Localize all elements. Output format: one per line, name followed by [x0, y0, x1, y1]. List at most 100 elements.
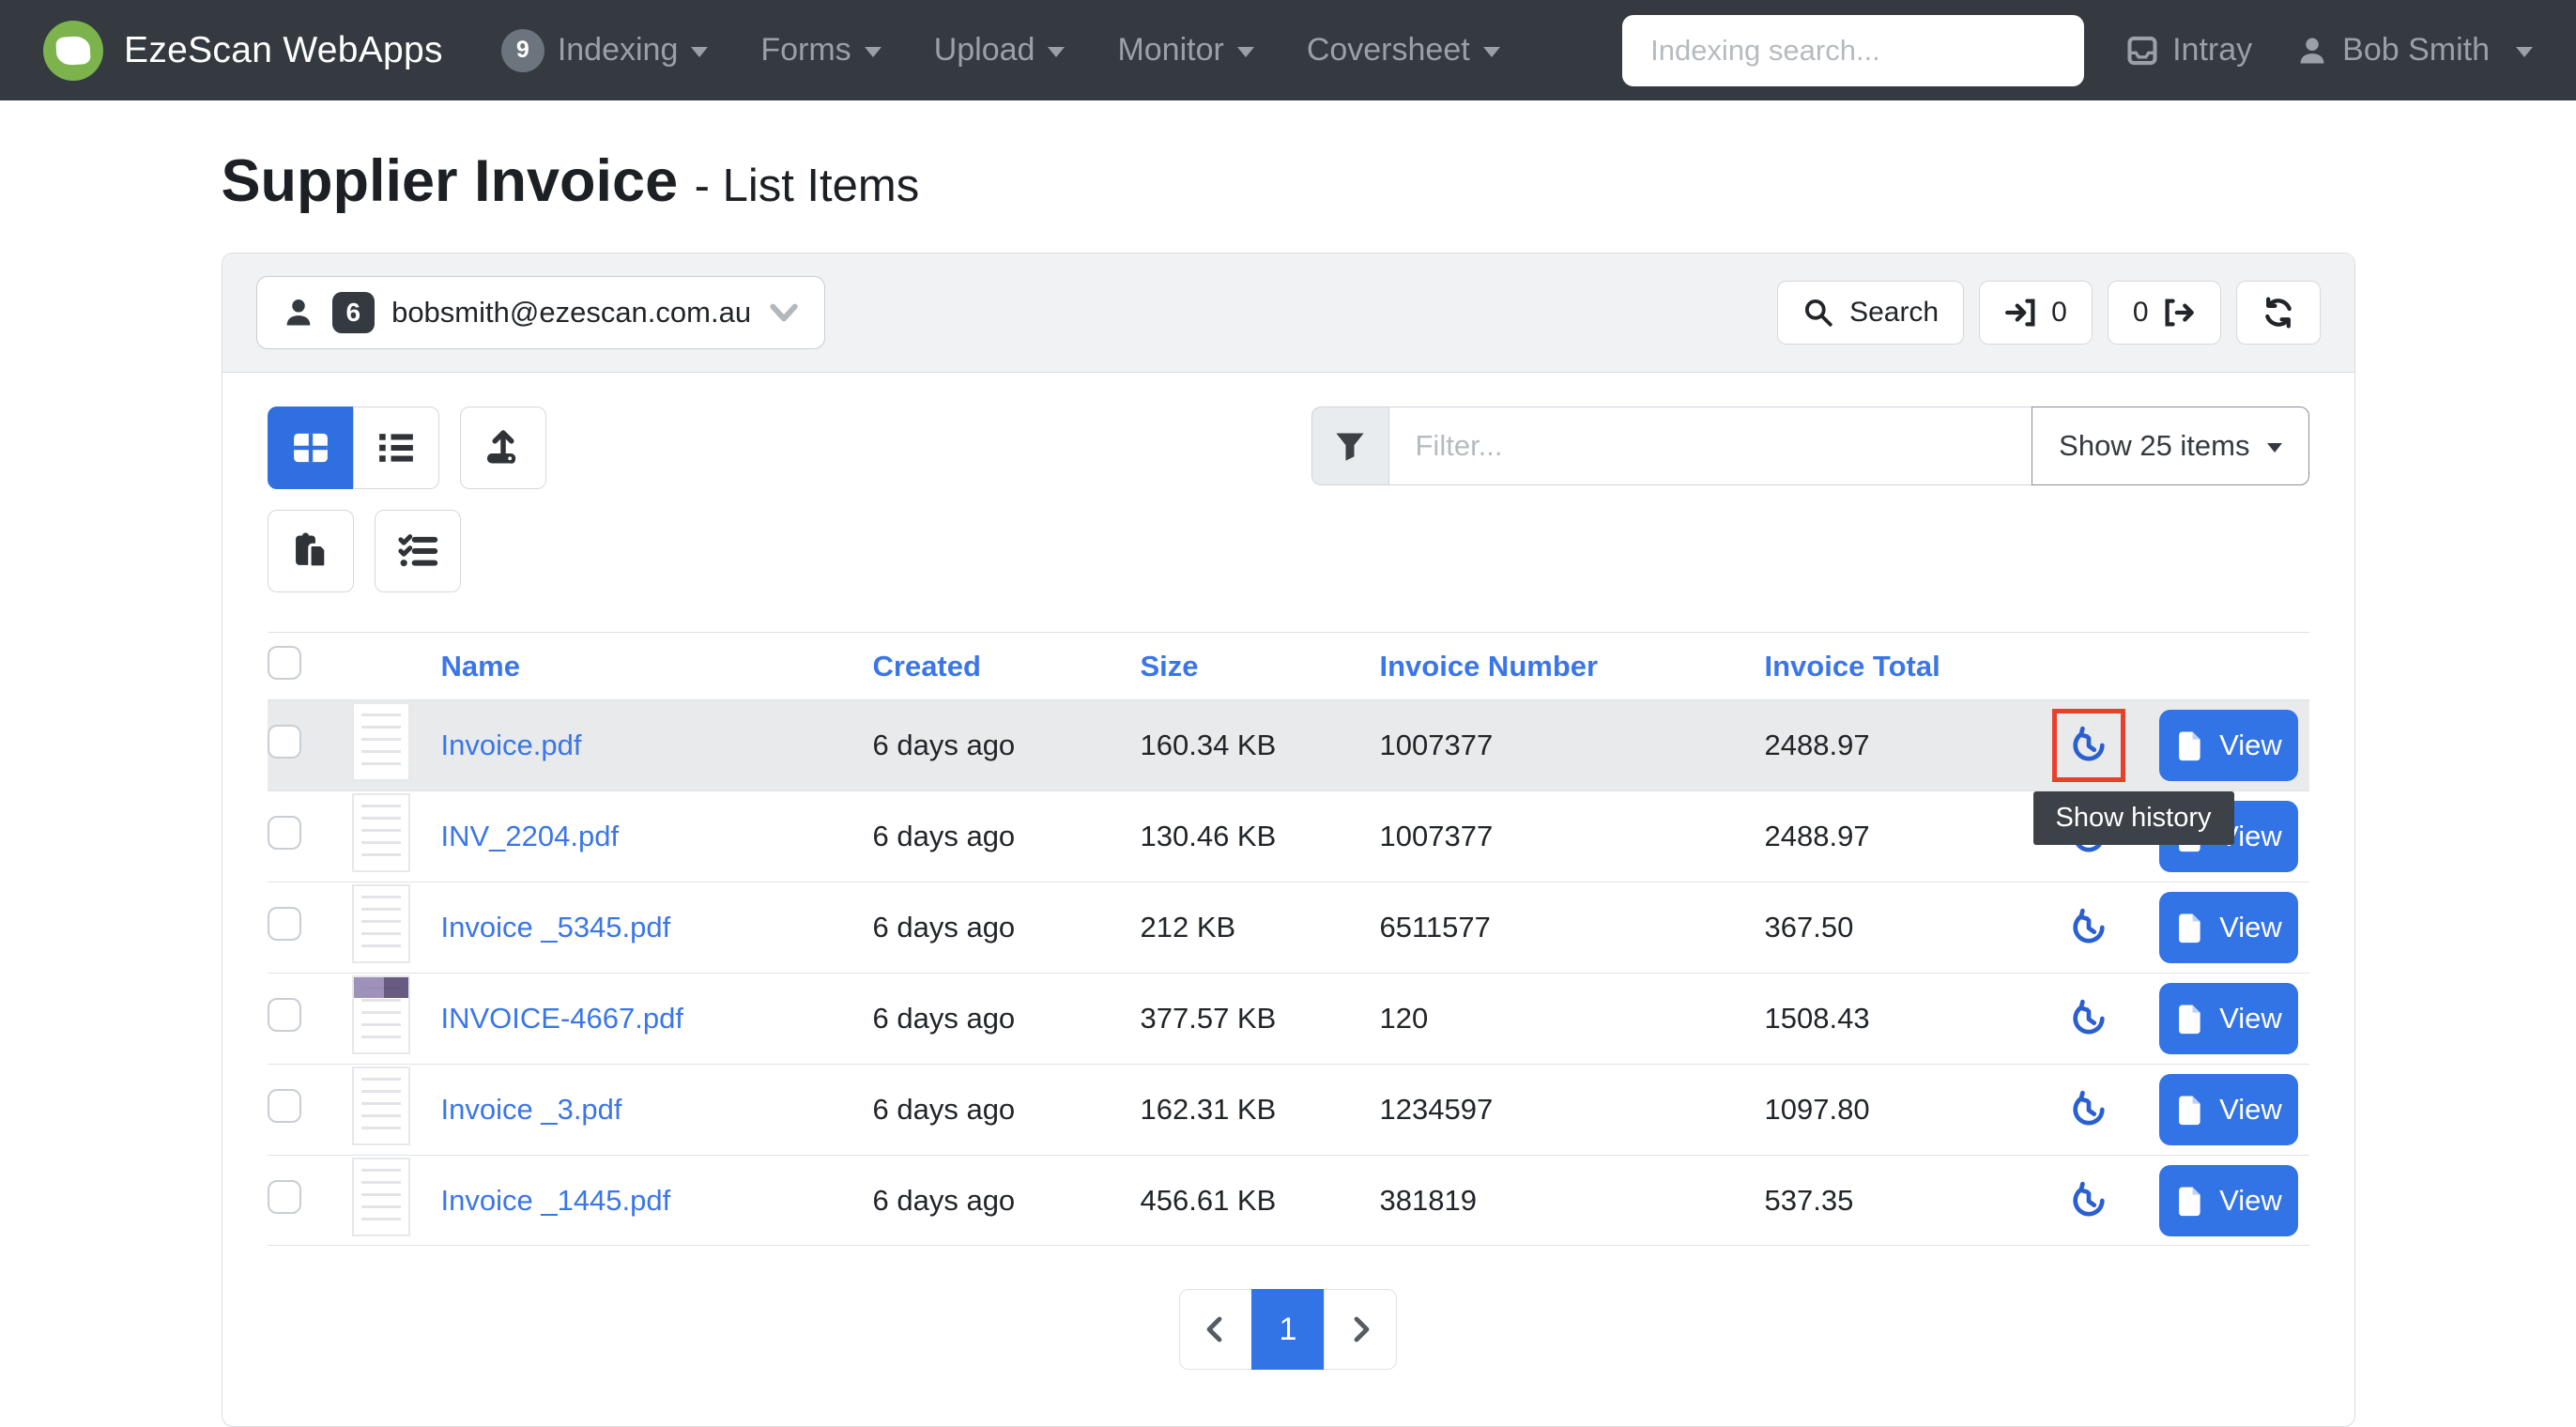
chevron-down-icon	[1048, 47, 1065, 57]
size-cell: 377.57 KB	[1141, 1002, 1380, 1036]
view-toggle-group	[268, 407, 439, 489]
chevron-left-icon	[1201, 1314, 1231, 1344]
column-header-name[interactable]: Name	[441, 650, 520, 683]
column-header-size[interactable]: Size	[1141, 650, 1199, 683]
clock-history-icon	[2068, 1089, 2109, 1130]
intray-icon	[2125, 34, 2159, 68]
document-thumbnail[interactable]	[352, 702, 410, 781]
refresh-icon	[2262, 296, 2295, 330]
previous-page-button[interactable]	[1179, 1289, 1252, 1370]
select-all-checkbox[interactable]	[268, 646, 301, 680]
show-history-button[interactable]	[2058, 1170, 2120, 1232]
invoice-number-cell: 381819	[1380, 1184, 1765, 1218]
brand[interactable]: EzeScan WebApps	[43, 21, 443, 81]
row-checkbox[interactable]	[268, 725, 301, 759]
created-cell: 6 days ago	[873, 1093, 1141, 1127]
page-1-button[interactable]: 1	[1251, 1289, 1325, 1370]
user-menu[interactable]: Bob Smith	[2295, 32, 2533, 69]
check-out-count: 0	[2133, 297, 2149, 329]
show-history-button[interactable]	[2058, 897, 2120, 959]
nav-menu-item-indexing[interactable]: 9 Indexing	[501, 29, 709, 72]
grid-view-icon	[290, 427, 331, 468]
filter-input[interactable]	[1388, 407, 2033, 485]
checklist-button[interactable]	[375, 510, 461, 592]
queue-selector[interactable]: 6 bobsmith@ezescan.com.au	[256, 276, 826, 349]
brand-title: EzeScan WebApps	[124, 30, 443, 71]
document-name-link[interactable]: Invoice.pdf	[441, 729, 582, 761]
view-button[interactable]: View	[2159, 892, 2298, 963]
document-thumbnail[interactable]	[352, 1066, 410, 1145]
indexing-search-input[interactable]	[1622, 15, 2084, 86]
page-title: Supplier Invoice - List Items	[222, 147, 2355, 215]
view-button[interactable]: View	[2159, 983, 2298, 1054]
document-thumbnail[interactable]	[352, 793, 410, 872]
column-header-invoice-total[interactable]: Invoice Total	[1765, 650, 1940, 683]
size-cell: 162.31 KB	[1141, 1093, 1380, 1127]
view-button[interactable]: View	[2159, 1074, 2298, 1145]
filter-icon-addon	[1311, 407, 1388, 485]
file-icon	[2174, 1094, 2206, 1126]
nav-menu-item-monitor[interactable]: Monitor	[1117, 32, 1253, 69]
list-view-icon	[376, 427, 417, 468]
queue-value: bobsmith@ezescan.com.au	[391, 296, 751, 330]
list-items-card: 6 bobsmith@ezescan.com.au Search	[222, 253, 2355, 1427]
upload-icon	[483, 427, 524, 468]
paste-button[interactable]	[268, 510, 354, 592]
document-thumbnail[interactable]	[352, 975, 410, 1054]
file-icon	[2174, 912, 2206, 944]
refresh-button[interactable]	[2236, 281, 2321, 345]
check-in-button[interactable]: 0	[1979, 281, 2093, 345]
show-history-button[interactable]	[2058, 988, 2120, 1050]
row-checkbox[interactable]	[268, 998, 301, 1032]
grid-view-button[interactable]	[268, 407, 354, 489]
document-name-link[interactable]: Invoice _1445.pdf	[441, 1184, 671, 1217]
created-cell: 6 days ago	[873, 1002, 1141, 1036]
upload-button[interactable]	[460, 407, 546, 489]
document-name-link[interactable]: INVOICE-4667.pdf	[441, 1002, 683, 1035]
sign-in-icon	[2004, 297, 2036, 329]
sign-out-icon	[2164, 297, 2196, 329]
document-name-link[interactable]: INV_2204.pdf	[441, 820, 620, 852]
row-checkbox[interactable]	[268, 816, 301, 850]
show-history-button[interactable]	[2058, 1079, 2120, 1141]
document-thumbnail[interactable]	[352, 1158, 410, 1236]
user-icon	[282, 296, 315, 330]
table-row: Invoice _1445.pdf 6 days ago 456.61 KB 3…	[268, 1155, 2309, 1246]
invoice-number-cell: 1007377	[1380, 820, 1765, 853]
search-icon	[1802, 297, 1834, 329]
view-button[interactable]: View	[2159, 1165, 2298, 1236]
next-page-button[interactable]	[1324, 1289, 1397, 1370]
size-cell: 212 KB	[1141, 911, 1380, 944]
show-items-select[interactable]: Show 25 items	[2032, 407, 2308, 485]
file-icon	[2174, 1185, 2206, 1217]
search-button[interactable]: Search	[1777, 281, 1964, 345]
chevron-down-icon	[865, 47, 882, 57]
intray-link[interactable]: Intray	[2125, 32, 2252, 69]
row-checkbox[interactable]	[268, 1089, 301, 1123]
chevron-down-icon	[768, 297, 800, 329]
check-out-button[interactable]: 0	[2108, 281, 2221, 345]
nav-menu-item-coversheet[interactable]: Coversheet	[1307, 32, 1500, 69]
column-header-invoice-number[interactable]: Invoice Number	[1380, 650, 1599, 683]
view-button[interactable]: View	[2159, 710, 2298, 781]
document-thumbnail[interactable]	[352, 884, 410, 963]
paste-icon	[290, 530, 331, 572]
document-name-link[interactable]: Invoice _5345.pdf	[441, 911, 671, 944]
nav-menu-item-forms[interactable]: Forms	[760, 32, 881, 69]
invoice-number-cell: 6511577	[1380, 911, 1765, 944]
show-history-button[interactable]	[2058, 714, 2120, 776]
chevron-down-icon	[1483, 47, 1500, 57]
row-checkbox[interactable]	[268, 1180, 301, 1214]
row-checkbox[interactable]	[268, 907, 301, 941]
nav-menu-item-upload[interactable]: Upload	[934, 32, 1066, 69]
table-row: Invoice _3.pdf 6 days ago 162.31 KB 1234…	[268, 1064, 2309, 1155]
top-navbar: EzeScan WebApps 9 Indexing Forms Upload …	[0, 0, 2576, 100]
user-icon	[2295, 34, 2329, 68]
column-header-created[interactable]: Created	[873, 650, 981, 683]
list-view-button[interactable]	[353, 407, 439, 489]
file-icon	[2174, 1003, 2206, 1035]
check-in-count: 0	[2051, 297, 2067, 329]
clock-history-icon	[2068, 907, 2109, 948]
document-name-link[interactable]: Invoice _3.pdf	[441, 1093, 622, 1126]
invoice-total-cell: 2488.97	[1765, 820, 2018, 853]
